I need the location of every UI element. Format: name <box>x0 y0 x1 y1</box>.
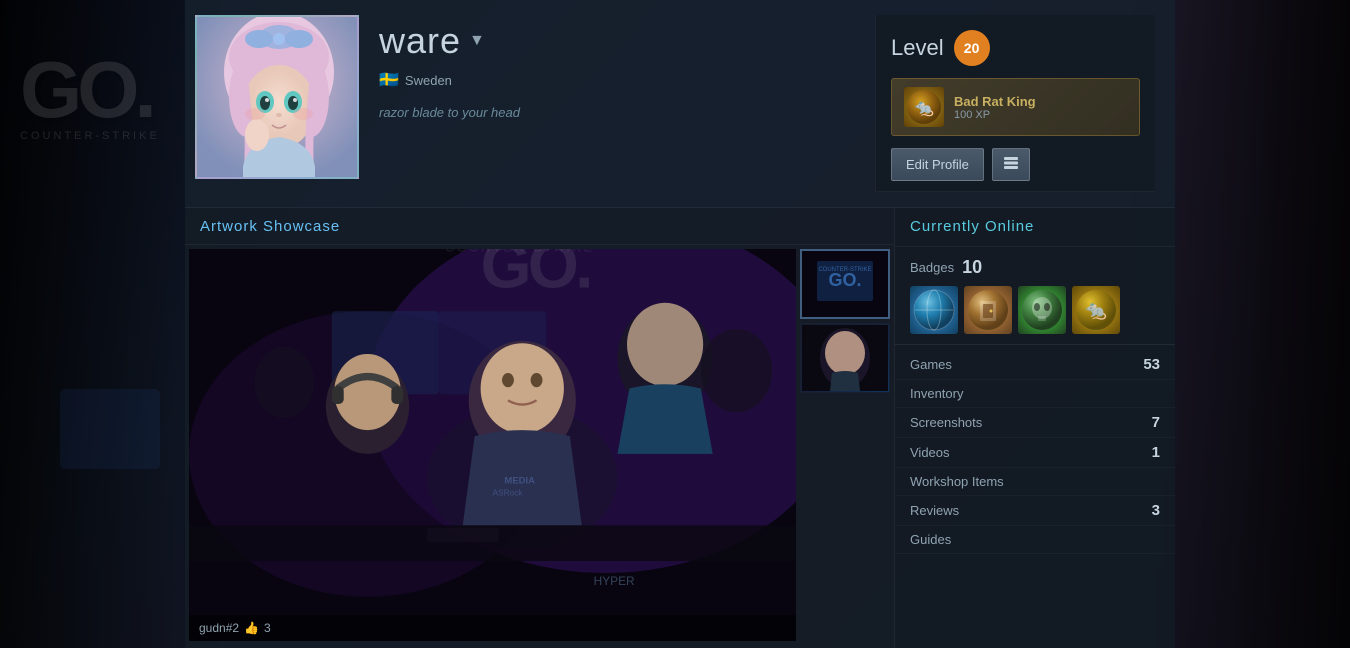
level-section: Level 20 <box>876 15 1155 192</box>
avatar[interactable] <box>195 15 359 179</box>
bio-text: razor blade to your head <box>379 105 855 120</box>
stat-row-inventory[interactable]: Inventory <box>895 380 1175 408</box>
artwork-author: gudn#2 👍 3 <box>199 621 786 635</box>
username-dropdown[interactable]: ▼ <box>469 32 485 50</box>
stat-row-screenshots[interactable]: Screenshots 7 <box>895 408 1175 438</box>
country-name: Sweden <box>405 73 452 88</box>
artwork-thumbnails: GO. COUNTER-STRIKE <box>800 249 890 641</box>
monitor-glow <box>60 389 160 469</box>
csgo-background-text: GO. COUNTER-STRIKE <box>20 50 160 142</box>
svg-text:GO.: GO. <box>481 249 590 301</box>
csgo-logo-text: GO. <box>20 50 160 130</box>
artwork-likes: 3 <box>264 621 271 635</box>
badges-header-row: Badges 10 <box>910 257 1160 278</box>
badges-count: 10 <box>962 257 982 278</box>
svg-text:🐀: 🐀 <box>1085 300 1108 320</box>
stat-rows: Games 53 Inventory Screenshots 7 Videos … <box>895 345 1175 559</box>
profile-info: ware ▼ 🇸🇪 Sweden razor blade to your hea… <box>379 15 855 120</box>
svg-text:HYPER: HYPER <box>594 574 635 588</box>
stat-row-reviews[interactable]: Reviews 3 <box>895 496 1175 526</box>
artwork-caption: gudn#2 👍 3 <box>189 615 796 641</box>
stat-label-games: Games <box>910 357 952 372</box>
badge-room-svg <box>967 289 1009 331</box>
stat-row-videos[interactable]: Videos 1 <box>895 438 1175 468</box>
level-panel: Level 20 <box>875 15 1155 192</box>
main-content: ware ▼ 🇸🇪 Sweden razor blade to your hea… <box>185 0 1175 648</box>
main-artwork[interactable]: MEDIA ASRock <box>189 249 796 641</box>
badges-label: Badges <box>910 260 954 275</box>
level-row: Level 20 <box>891 30 1140 66</box>
badge-item-gold[interactable]: 🐀 <box>1072 286 1120 334</box>
badge-item-globe[interactable] <box>910 286 958 334</box>
badge-item-skull[interactable] <box>1018 286 1066 334</box>
avatar-image <box>197 17 357 177</box>
online-status-text: Currently Online <box>910 218 1034 235</box>
content-area: Artwork Showcase <box>185 208 1175 648</box>
stat-label-screenshots: Screenshots <box>910 415 982 430</box>
svg-text:🐀: 🐀 <box>914 100 934 117</box>
showcase-header: Artwork Showcase <box>185 208 894 245</box>
svg-text:COUNTER-STRIKE: COUNTER-STRIKE <box>818 267 871 273</box>
svg-text:GO.: GO. <box>828 270 861 290</box>
settings-icon-button[interactable] <box>992 148 1030 181</box>
thumb-svg-2 <box>802 325 888 391</box>
svg-text:COUNTER-STRIKE: COUNTER-STRIKE <box>445 249 595 255</box>
stat-label-inventory: Inventory <box>910 386 963 401</box>
stat-label-videos: Videos <box>910 445 950 460</box>
stat-label-guides: Guides <box>910 532 951 547</box>
svg-text:MEDIA: MEDIA <box>504 476 535 487</box>
badge-gold-svg: 🐀 <box>1075 289 1117 331</box>
avatar-container <box>195 15 359 179</box>
level-value: 20 <box>964 40 980 56</box>
online-status: Currently Online <box>895 208 1175 247</box>
badge-info: Bad Rat King 100 XP <box>954 94 1036 121</box>
thumb-image-1: GO. COUNTER-STRIKE <box>802 251 888 317</box>
level-label: Level <box>891 35 944 61</box>
badge-xp: 100 XP <box>954 109 1036 121</box>
badge-item-room[interactable] <box>964 286 1012 334</box>
stat-label-workshop: Workshop Items <box>910 474 1004 489</box>
showcase-section: Artwork Showcase <box>185 208 895 648</box>
stat-value-videos: 1 <box>1152 444 1160 461</box>
author-name: gudn#2 <box>199 621 239 635</box>
stat-row-workshop[interactable]: Workshop Items <box>895 468 1175 496</box>
country-flag: 🇸🇪 <box>379 70 399 90</box>
badge-showcase[interactable]: 🐀 Bad Rat King 100 XP <box>891 78 1140 136</box>
artwork-image: MEDIA ASRock <box>189 249 796 641</box>
stat-value-screenshots: 7 <box>1152 414 1160 431</box>
badge-icon: 🐀 <box>904 87 944 127</box>
badge-globe-svg <box>913 289 955 331</box>
stat-row-guides[interactable]: Guides <box>895 526 1175 554</box>
username: ware <box>379 20 461 62</box>
thumbnail-1[interactable]: GO. COUNTER-STRIKE <box>800 249 890 319</box>
thumb-svg-1: GO. COUNTER-STRIKE <box>802 251 888 317</box>
profile-header: ware ▼ 🇸🇪 Sweden razor blade to your hea… <box>185 0 1175 208</box>
layers-icon <box>1003 155 1019 171</box>
csgo-sub-text: COUNTER-STRIKE <box>20 130 160 142</box>
badge-svg: 🐀 <box>906 89 942 125</box>
thumbs-up-icon: 👍 <box>244 621 259 635</box>
svg-text:ASRock: ASRock <box>493 488 524 498</box>
level-badge: 20 <box>954 30 990 66</box>
avatar-svg <box>197 17 359 179</box>
country-row: 🇸🇪 Sweden <box>379 70 855 90</box>
artwork-scene: MEDIA ASRock <box>189 249 796 641</box>
badges-row: 🐀 <box>910 286 1160 334</box>
stats-panel: Currently Online Badges 10 <box>895 208 1175 648</box>
stat-value-games: 53 <box>1143 356 1160 373</box>
profile-buttons: Edit Profile <box>891 148 1140 181</box>
badges-section: Badges 10 <box>895 247 1175 345</box>
stat-row-games[interactable]: Games 53 <box>895 350 1175 380</box>
thumbnail-2[interactable] <box>800 323 890 393</box>
showcase-title: Artwork Showcase <box>200 218 340 235</box>
edit-profile-button[interactable]: Edit Profile <box>891 148 984 181</box>
badge-skull-svg <box>1021 289 1063 331</box>
stat-label-reviews: Reviews <box>910 503 959 518</box>
thumb-image-2 <box>801 324 889 392</box>
showcase-content: MEDIA ASRock <box>185 245 894 645</box>
badge-name: Bad Rat King <box>954 94 1036 109</box>
stat-value-reviews: 3 <box>1152 502 1160 519</box>
username-row: ware ▼ <box>379 20 855 62</box>
